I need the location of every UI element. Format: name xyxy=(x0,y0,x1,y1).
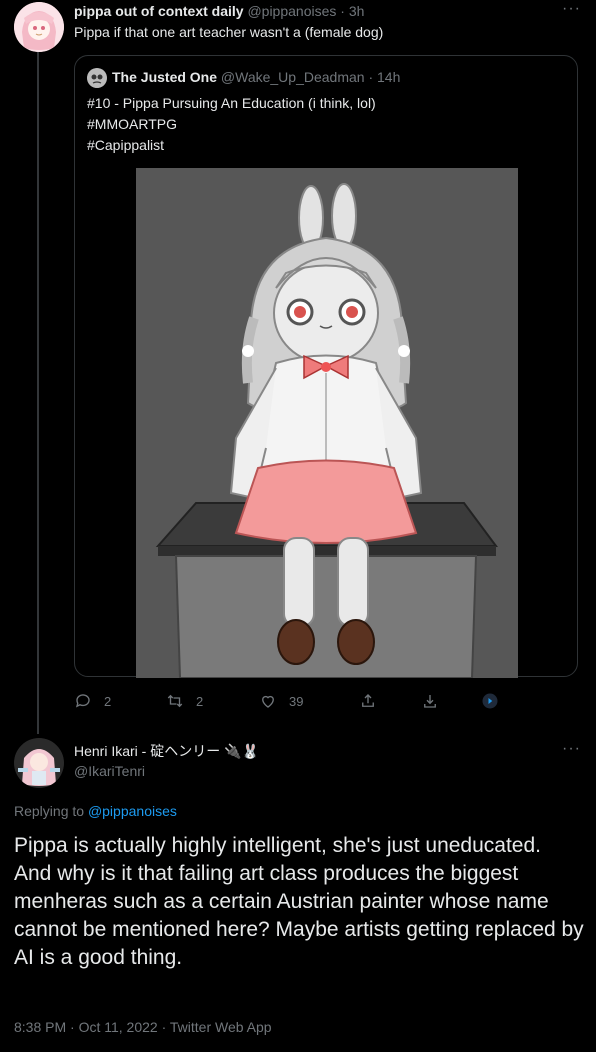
share-button[interactable] xyxy=(359,692,377,710)
more-icon[interactable]: ··· xyxy=(562,740,581,758)
tweet-header: pippa out of context daily @pippanoises … xyxy=(74,3,364,19)
replying-label: Replying to xyxy=(14,803,85,819)
reply-button[interactable]: 2 xyxy=(74,692,111,710)
quote-hashtag: #Capippalist xyxy=(87,137,165,153)
quote-time: · 14h xyxy=(368,69,401,85)
quote-hashtag: #MMOARTPG xyxy=(87,116,177,132)
quote-line: #10 - Pippa Pursuing An Education (i thi… xyxy=(87,95,376,111)
quote-author-name: The Justed One xyxy=(112,69,218,85)
promote-icon xyxy=(482,693,498,709)
tweet-timestamp[interactable]: 8:38 PM · Oct 11, 2022 · Twitter Web App xyxy=(14,1019,272,1035)
quote-author-handle: @Wake_Up_Deadman xyxy=(220,69,365,85)
promote-button[interactable] xyxy=(481,692,499,710)
reply-count: 2 xyxy=(104,693,112,709)
more-icon[interactable]: ··· xyxy=(562,0,581,18)
tweet-text: Pippa if that one art teacher wasn't a (… xyxy=(74,24,384,40)
quote-image[interactable] xyxy=(136,168,518,679)
like-icon xyxy=(262,695,274,708)
tweet-time[interactable]: · 3h xyxy=(340,3,364,19)
avatar[interactable] xyxy=(14,738,64,788)
avatar[interactable] xyxy=(14,2,64,52)
author-handle[interactable]: @pippanoises xyxy=(247,3,336,19)
download-icon xyxy=(424,695,436,708)
replying-handle-link[interactable]: @pippanoises xyxy=(88,803,177,819)
tweet-body: Pippa is actually highly intelligent, sh… xyxy=(14,832,586,972)
reply-icon xyxy=(75,694,90,708)
download-button[interactable] xyxy=(421,692,439,710)
retweet-icon xyxy=(167,694,183,708)
quote-text: #10 - Pippa Pursuing An Education (i thi… xyxy=(87,93,376,156)
thread-connector xyxy=(37,52,39,734)
share-icon xyxy=(362,694,374,707)
author-handle[interactable]: @IkariTenri xyxy=(74,763,145,779)
tweet-paragraph: And why is it that failing art class pro… xyxy=(14,862,584,969)
like-count: 39 xyxy=(289,693,304,709)
replying-to: Replying to @pippanoises xyxy=(14,803,177,819)
author-name[interactable]: pippa out of context daily xyxy=(74,3,244,19)
quote-avatar xyxy=(87,68,107,88)
tweet-paragraph: Pippa is actually highly intelligent, sh… xyxy=(14,834,541,857)
like-button[interactable]: 39 xyxy=(259,692,303,710)
author-name[interactable]: Henri Ikari - 碇ヘンリー 🔌🐰 xyxy=(74,741,259,761)
quote-header: The Justed One @Wake_Up_Deadman · 14h xyxy=(112,69,400,85)
retweet-count: 2 xyxy=(196,693,204,709)
retweet-button[interactable]: 2 xyxy=(166,692,203,710)
